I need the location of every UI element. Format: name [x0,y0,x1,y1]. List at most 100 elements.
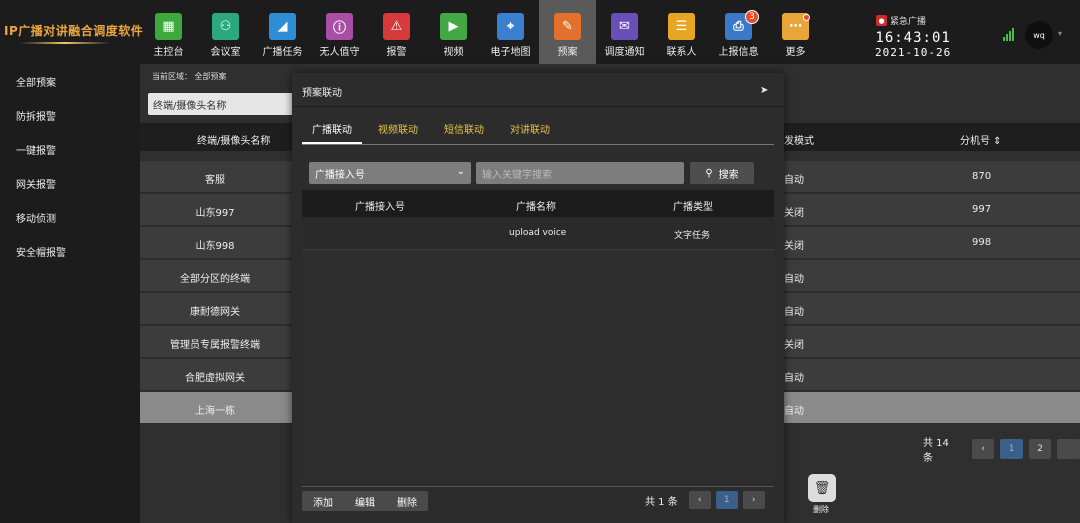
cell-name: 山东997 [195,208,235,219]
page-1-button[interactable]: 1 [1000,439,1023,459]
col-extension[interactable]: 分机号 ⇕ [960,132,1002,147]
nav-item-dashboard[interactable]: ▦ 主控台 [140,0,197,64]
keyword-search-input[interactable]: 输入关键字搜索 [476,162,684,184]
tab-1[interactable]: 视频联动 [368,123,428,144]
sidebar: 全部预案 防拆报警 一键报警 网关报警 移动侦测 安全帽报警 [0,64,140,523]
tab-2[interactable]: 短信联动 [434,123,494,144]
cell-name: 上海一栋 [195,406,235,417]
remove-button[interactable]: 删除 [386,494,428,509]
nav-item-unattended[interactable]: ⓘ 无人值守 [311,0,368,64]
sidebar-item[interactable]: 一键报警 [0,132,140,166]
sidebar-item[interactable]: 安全帽报警 [0,234,140,268]
main-nav: ▦ 主控台 ⚇ 会议室 ◢ 广播任务 ⓘ 无人值守 ⚠ 报警 ▶ 视频 ⌖ 电子地图 ✎ 预案 ✉ 调度通知 ☰ 联系… [140,0,824,64]
cell-mode: 自动 [784,307,804,318]
nav-label: 主控台 [153,47,184,58]
linkage-table-header: 广播接入号 广播名称 广播类型 [302,190,774,217]
dialog-pagination-total: 共 1 条 [645,496,678,508]
user-avatar[interactable]: wq [1025,21,1053,49]
sidebar-item[interactable]: 移动侦测 [0,200,140,234]
footer-button-group: 添加 编辑 删除 [302,491,428,511]
nav-item-more[interactable]: ⋯ 更多 [767,0,824,64]
dialog-next-page-button[interactable]: › [742,491,765,509]
clock-time: 16:43:01 [875,30,951,46]
tab-3[interactable]: 对讲联动 [500,123,560,144]
cell-mode: 自动 [784,406,804,417]
field-select[interactable]: 广播接入号 ⌄ [309,162,471,184]
terminal-name-filter[interactable]: 终端/摄像头名称 [148,93,293,115]
cell-ext: 997 [972,204,992,215]
cell-mode: 关闭 [784,241,804,252]
notification-badge: 3 [745,10,759,24]
search-button[interactable]: ⚲ 搜索 [690,162,754,184]
pagination-total: 共 14 条 [923,438,949,464]
nav-label: 视频 [443,47,464,58]
top-bar: IP广播对讲融合调度软件 ▦ 主控台 ⚇ 会议室 ◢ 广播任务 ⓘ 无人值守 ⚠ 报警 ▶ 视频 ⌖ 电子… [0,0,1080,64]
prev-page-button[interactable]: ‹ [971,439,995,459]
linkage-row[interactable]: upload voice 文字任务 [302,217,774,250]
nav-item-contacts[interactable]: ☰ 联系人 [653,0,710,64]
sidebar-item[interactable]: 防拆报警 [0,98,140,132]
chevron-down-icon: ⌄ [456,166,465,177]
next-page-button[interactable] [1057,439,1080,459]
mouse-cursor-icon: ➤ [760,85,769,96]
plan-icon: ✎ [554,13,581,40]
col-terminal-name[interactable]: 终端/摄像头名称 [197,132,270,147]
cell-mode: 自动 [784,175,804,186]
nav-item-notice[interactable]: ✉ 调度通知 [596,0,653,64]
dialog-title: 预案联动 [302,88,342,99]
nav-label: 报警 [386,47,407,58]
video-icon: ▶ [440,13,467,40]
alarm-icon: ⚠ [383,13,410,40]
col-broadcast-name: 广播名称 [516,202,556,213]
signal-icon [1003,28,1014,41]
nav-item-alarm[interactable]: ⚠ 报警 [368,0,425,64]
dashboard-icon: ▦ [155,13,182,40]
nav-item-video[interactable]: ▶ 视频 [425,0,482,64]
cell-name: 山东998 [195,241,235,252]
delete-button[interactable]: 🗑 [808,474,836,502]
edit-button[interactable]: 编辑 [344,494,386,509]
cell-name: 康耐德网关 [190,307,240,318]
app-logo-title: IP广播对讲融合调度软件 [4,24,144,38]
map-icon: ⌖ [497,13,524,40]
cell-mode: 关闭 [784,340,804,351]
emergency-icon: ● [876,15,887,26]
breadcrumb: 当前区域： 全部预案 [152,72,227,81]
sidebar-item[interactable]: 网关报警 [0,166,140,200]
col-access-number: 广播接入号 [355,202,405,213]
user-menu-caret-icon[interactable]: ▾ [1058,29,1062,38]
cell-type: 文字任务 [674,231,711,241]
dialog-page-1-button[interactable]: 1 [715,491,738,509]
search-icon: ⚲ [705,167,713,179]
field-select-value: 广播接入号 [315,170,365,181]
cell-ext: 870 [972,171,992,182]
nav-item-report[interactable]: ⎙ 上报信息 3 [710,0,767,64]
plan-linkage-dialog: 预案联动 ➤ 广播联动 视频联动 短信联动 对讲联动 广播接入号 ⌄ 输入关键字搜索 … [292,73,784,523]
nav-item-meeting[interactable]: ⚇ 会议室 [197,0,254,64]
sidebar-item[interactable]: 全部预案 [0,64,140,98]
nav-label: 预案 [557,47,578,58]
cell-name: 客服 [205,175,225,186]
nav-item-plan[interactable]: ✎ 预案 [539,0,596,64]
nav-item-map[interactable]: ⌖ 电子地图 [482,0,539,64]
pagination: 共 14 条 ‹ 1 2 [923,434,1080,464]
col-broadcast-type: 广播类型 [673,202,713,213]
meeting-icon: ⚇ [212,13,239,40]
dialog-header: 预案联动 ➤ [292,73,784,107]
contacts-icon: ☰ [668,13,695,40]
emergency-broadcast-link[interactable]: ● 紧急广播 [876,14,926,27]
nav-item-broadcast[interactable]: ◢ 广播任务 [254,0,311,64]
cell-ext: 998 [972,237,992,248]
page-2-button[interactable]: 2 [1028,439,1052,459]
nav-label: 更多 [785,47,806,58]
nav-label: 调度通知 [604,47,645,58]
clock-date: 2021-10-26 [875,46,952,59]
col-trigger-mode[interactable]: 发模式 [784,132,814,147]
add-button[interactable]: 添加 [302,494,344,509]
nav-label: 广播任务 [262,47,303,58]
cell-name: upload voice [509,228,567,238]
tab-0[interactable]: 广播联动 [302,123,362,144]
dialog-pagination: 共 1 条 ‹ 1 › [645,491,765,509]
dialog-prev-page-button[interactable]: ‹ [688,491,711,509]
dialog-tabs: 广播联动 视频联动 短信联动 对讲联动 [302,123,774,145]
